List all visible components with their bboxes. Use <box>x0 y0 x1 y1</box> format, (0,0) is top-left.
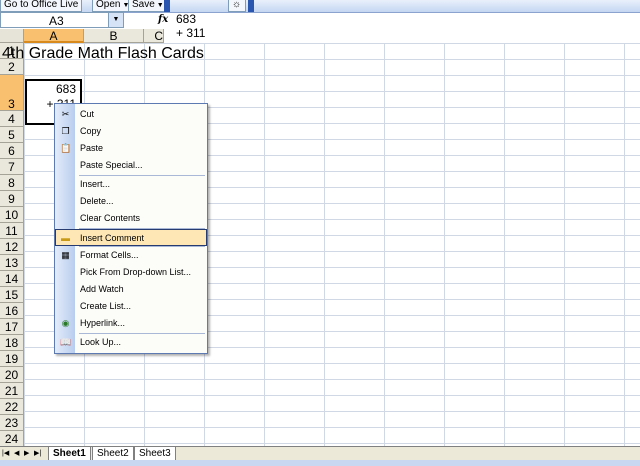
paste-icon: 📋 <box>60 143 72 153</box>
menu-item-hyperlink[interactable]: ◉ Hyperlink... <box>56 315 206 332</box>
column-header-a[interactable]: A <box>24 29 84 43</box>
chevron-down-icon[interactable]: ▼ <box>108 13 123 27</box>
format-cells-icon: ▦ <box>61 250 70 260</box>
row-header-12[interactable]: 12 <box>0 239 24 255</box>
next-sheet-icon[interactable]: ▶ <box>24 449 29 457</box>
menu-item-delete[interactable]: Delete... <box>56 193 206 210</box>
look-up-icon: 📖 <box>60 337 72 347</box>
toolbar-icon[interactable]: ☼ <box>228 0 246 12</box>
menu-item-add-watch[interactable]: Add Watch <box>56 281 206 298</box>
tab-sheet1[interactable]: Sheet1 <box>48 447 91 461</box>
hyperlink-icon: ◉ <box>61 318 70 328</box>
select-all-corner[interactable] <box>0 29 24 43</box>
tab-sheet2[interactable]: Sheet2 <box>92 447 134 461</box>
row-header-23[interactable]: 23 <box>0 415 24 431</box>
cell-a1[interactable]: 4th Grade Math Flash Cards <box>2 45 204 63</box>
column-header-c[interactable]: C <box>144 29 164 43</box>
toolbar-options-button[interactable] <box>248 0 254 12</box>
row-header-21[interactable]: 21 <box>0 383 24 399</box>
office-live-label: Go to Office Live <box>4 0 79 10</box>
save-label: Save <box>132 0 155 10</box>
tab-sheet3[interactable]: Sheet3 <box>134 447 176 461</box>
open-label: Open <box>96 0 121 10</box>
formula-line-2: + 311 <box>176 26 206 40</box>
row-header-15[interactable]: 15 <box>0 287 24 303</box>
menu-item-cut[interactable]: ✂ Cut <box>56 106 206 123</box>
menu-item-insert-comment[interactable]: ▬ Insert Comment <box>55 229 207 246</box>
menu-item-create-list[interactable]: Create List... <box>56 298 206 315</box>
status-bar <box>0 460 640 466</box>
copy-icon: ❐ <box>61 126 70 136</box>
row-header-7[interactable]: 7 <box>0 159 24 175</box>
name-box[interactable]: A3 ▼ <box>0 12 124 28</box>
prev-sheet-icon[interactable]: ◀ <box>14 449 19 457</box>
sheet-tab-bar: |◀ ◀ ▶ ▶| Sheet1 Sheet2 Sheet3 <box>0 446 640 461</box>
row-header-6[interactable]: 6 <box>0 143 24 159</box>
go-to-office-live-button[interactable]: Go to Office Live <box>0 0 83 12</box>
row-header-14[interactable]: 14 <box>0 271 24 287</box>
column-header-b[interactable]: B <box>84 29 144 43</box>
formula-line-1: 683 <box>176 12 197 26</box>
row-header-8[interactable]: 8 <box>0 175 24 191</box>
menu-item-look-up[interactable]: 📖 Look Up... <box>56 334 206 351</box>
row-header-4[interactable]: 4 <box>0 111 24 127</box>
last-sheet-icon[interactable]: ▶| <box>34 449 41 457</box>
row-header-24[interactable]: 24 <box>0 431 24 447</box>
row-header-20[interactable]: 20 <box>0 367 24 383</box>
scissors-icon: ✂ <box>61 109 70 119</box>
menu-item-format-cells[interactable]: ▦ Format Cells... <box>56 247 206 264</box>
menu-item-paste-special[interactable]: Paste Special... <box>56 157 206 174</box>
context-menu: ✂ Cut ❐ Copy 📋 Paste Paste Special... Inser… <box>54 103 208 354</box>
menu-item-copy[interactable]: ❐ Copy <box>56 123 206 140</box>
chevron-down-icon: ▼ <box>156 2 164 9</box>
row-header-5[interactable]: 5 <box>0 127 24 143</box>
row-header-17[interactable]: 17 <box>0 319 24 335</box>
row-header-3[interactable]: 3 <box>0 75 24 111</box>
menu-item-paste[interactable]: 📋 Paste <box>56 140 206 157</box>
row-header-19[interactable]: 19 <box>0 351 24 367</box>
row-header-9[interactable]: 9 <box>0 191 24 207</box>
comment-icon: ▬ <box>61 233 70 243</box>
menu-item-clear-contents[interactable]: Clear Contents <box>56 210 206 227</box>
toolbar-options-button[interactable] <box>164 0 170 12</box>
cell-a3-line-1: 683 <box>55 82 76 96</box>
row-header-10[interactable]: 10 <box>0 207 24 223</box>
formula-input[interactable]: 683 + 311 <box>176 12 205 40</box>
row-header-18[interactable]: 18 <box>0 335 24 351</box>
row-header-22[interactable]: 22 <box>0 399 24 415</box>
name-box-value: A3 <box>49 14 64 28</box>
row-header-11[interactable]: 11 <box>0 223 24 239</box>
menu-item-pick-from-list[interactable]: Pick From Drop-down List... <box>56 264 206 281</box>
save-button[interactable]: Save ▼ <box>128 0 168 12</box>
row-header-13[interactable]: 13 <box>0 255 24 271</box>
fx-icon[interactable]: fx <box>158 14 168 25</box>
menu-item-insert[interactable]: Insert... <box>56 176 206 193</box>
first-sheet-icon[interactable]: |◀ <box>2 449 9 457</box>
row-header-16[interactable]: 16 <box>0 303 24 319</box>
